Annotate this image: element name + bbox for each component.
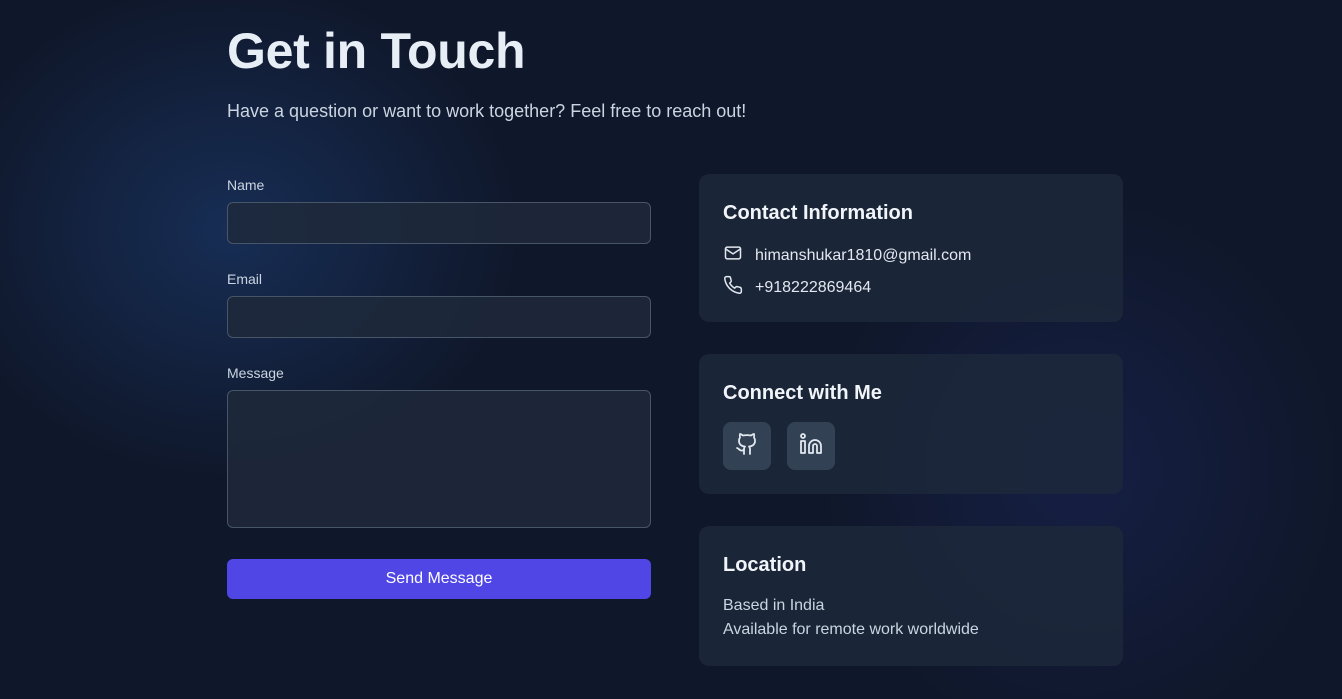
- contact-email[interactable]: himanshukar1810@gmail.com: [755, 247, 971, 265]
- location-line-availability: Available for remote work worldwide: [723, 621, 979, 638]
- mail-icon: [723, 243, 743, 268]
- contact-phone-row[interactable]: +918222869464: [723, 275, 871, 300]
- contact-info-title: Contact Information: [723, 202, 913, 224]
- location-title: Location: [723, 554, 807, 576]
- github-link-button[interactable]: [723, 422, 771, 470]
- linkedin-icon: [799, 432, 823, 461]
- connect-card: Connect with Me: [699, 354, 1123, 494]
- location-card: Location Based in India Available for re…: [699, 526, 1123, 666]
- email-field[interactable]: [227, 296, 651, 338]
- name-field[interactable]: [227, 202, 651, 244]
- name-label: Name: [227, 177, 265, 193]
- linkedin-link-button[interactable]: [787, 422, 835, 470]
- phone-icon: [723, 275, 743, 300]
- location-line-country: Based in India: [723, 597, 825, 614]
- contact-phone[interactable]: +918222869464: [755, 279, 871, 297]
- send-message-button[interactable]: Send Message: [227, 559, 651, 599]
- contact-email-row[interactable]: himanshukar1810@gmail.com: [723, 243, 971, 268]
- github-icon: [735, 432, 759, 461]
- email-label: Email: [227, 271, 263, 287]
- contact-info-card: Contact Information himanshukar1810@gmai…: [699, 174, 1123, 322]
- page-subtitle: Have a question or want to work together…: [227, 101, 747, 121]
- message-field[interactable]: [227, 390, 651, 528]
- connect-title: Connect with Me: [723, 382, 882, 404]
- page-title: Get in Touch: [227, 23, 526, 79]
- message-label: Message: [227, 365, 284, 381]
